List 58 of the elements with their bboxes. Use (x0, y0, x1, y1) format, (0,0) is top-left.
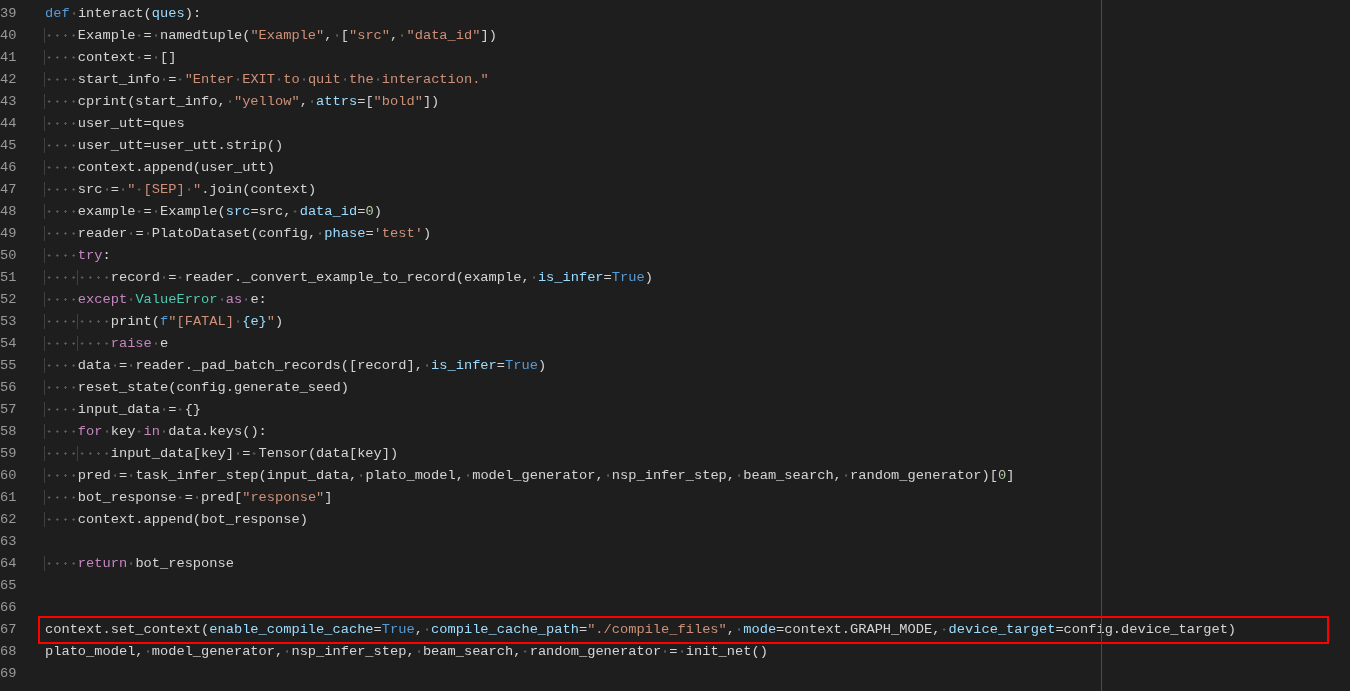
line-number: 52 (0, 291, 18, 309)
line-number: 64 (0, 555, 18, 573)
code-line: record = reader._convert_example_to_record(example, is_infer=True) (45, 267, 653, 289)
code-line: user_utt=user_utt.strip() (45, 135, 284, 157)
line-number: 47 (0, 181, 18, 199)
code-line: reset_state(config.generate_seed) (45, 377, 349, 399)
code-line: for key in data.keys(): (45, 421, 267, 443)
code-line: Example = namedtuple("Example", ["src", "data_id"]) (45, 25, 497, 47)
code-line: except ValueError as e: (45, 289, 267, 311)
line-number: 57 (0, 401, 18, 419)
line-number: 53 (0, 313, 18, 331)
line-number: 69 (0, 665, 18, 683)
line-number: 43 (0, 93, 18, 111)
line-number: 58 (0, 423, 18, 441)
line-number: 48 (0, 203, 18, 221)
code-line: reader = PlatoDataset(config, phase='test') (45, 223, 432, 245)
code-line: context.append(user_utt) (45, 157, 275, 179)
code-line: pred = task_infer_step(input_data, plato_model, model_generator, nsp_infer_step, beam_search, random_generator)[0] (45, 465, 1015, 487)
line-number: 63 (0, 533, 18, 551)
code-line: user_utt=ques (45, 113, 185, 135)
code-line: example = Example(src=src, data_id=0) (45, 201, 382, 223)
line-number: 65 (0, 577, 18, 595)
line-number: 46 (0, 159, 18, 177)
line-number: 54 (0, 335, 18, 353)
code-line: input_data[key] = Tensor(data[key]) (45, 443, 399, 465)
code-line: plato_model, model_generator, nsp_infer_step, beam_search, random_generator = init_net() (45, 643, 768, 661)
code-line: bot_response = pred["response"] (45, 487, 333, 509)
code-line: context.set_context(enable_compile_cache=True, compile_cache_path="./compile_files", mode=context.GRAPH_MODE, device_target=config.device_target) (45, 621, 1237, 639)
line-number: 41 (0, 49, 18, 67)
line-number: 40 (0, 27, 18, 45)
code-line: try: (45, 245, 111, 267)
line-number: 45 (0, 137, 18, 155)
code-line: data = reader._pad_batch_records([record], is_infer=True) (45, 355, 547, 377)
line-number: 42 (0, 71, 18, 89)
line-number: 61 (0, 489, 18, 507)
line-number: 67 (0, 621, 18, 639)
code-line: input_data = {} (45, 399, 202, 421)
line-number: 68 (0, 643, 18, 661)
line-number: 62 (0, 511, 18, 529)
line-number: 56 (0, 379, 18, 397)
line-number: 60 (0, 467, 18, 485)
code-line: def interact(ques): (45, 5, 202, 23)
line-number: 50 (0, 247, 18, 265)
code-line: return bot_response (45, 553, 234, 575)
code-line: start_info = "Enter EXIT to quit the interaction." (45, 69, 489, 91)
code-line: context.append(bot_response) (45, 509, 308, 531)
line-number: 51 (0, 269, 18, 287)
line-number: 49 (0, 225, 18, 243)
line-number: 44 (0, 115, 18, 133)
line-number: 59 (0, 445, 18, 463)
code-line: cprint(start_info, "yellow", attrs=["bold"]) (45, 91, 440, 113)
code-line: raise e (45, 333, 169, 355)
code-line: context = [] (45, 47, 177, 69)
code-line: src = " [SEP] ".join(context) (45, 179, 317, 201)
code-line: print(f"[FATAL] {e}") (45, 311, 284, 333)
line-number: 55 (0, 357, 18, 375)
line-number: 39 (0, 5, 18, 23)
line-number: 66 (0, 599, 18, 617)
